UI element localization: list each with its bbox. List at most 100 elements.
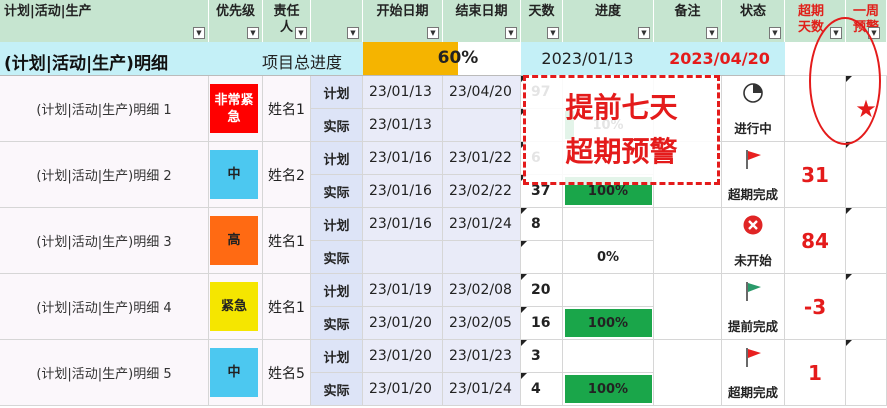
filter-dropdown-icon[interactable]: ▼ [247,27,259,39]
progress-cell[interactable]: 0% [563,241,654,274]
progress-cell[interactable]: 100% [563,373,654,406]
actual-end-cell[interactable] [443,241,521,274]
actual-label: 实际 [323,383,350,399]
actual-end-cell[interactable]: 23/02/22 [443,175,521,208]
task-name-cell[interactable]: (计划|活动|生产)明细 2 [0,142,209,208]
status-cell[interactable]: 超期完成 [722,142,785,208]
note-cell[interactable] [654,274,722,340]
task-name-cell[interactable]: (计划|活动|生产)明细 4 [0,274,209,340]
note-cell[interactable] [654,340,722,406]
actual-end-cell[interactable]: 23/01/24 [443,373,521,406]
plan-days-cell[interactable]: 20 [521,274,563,307]
col-header-owner[interactable]: 责任人 ▼ [263,0,311,42]
plan-start-cell[interactable]: 23/01/16 [363,142,443,175]
filter-dropdown-icon[interactable]: ▼ [769,27,781,39]
col-header-start[interactable]: 开始日期 ▼ [363,0,443,42]
actual-days-cell[interactable]: 16 [521,307,563,340]
owner-cell[interactable]: 姓名2 [263,142,311,208]
filter-dropdown-icon[interactable]: ▼ [193,27,205,39]
priority-cell[interactable]: 非常紧急 [209,76,263,142]
weekwarn-cell[interactable] [846,208,887,274]
plan-label-cell: 计划 [311,208,363,241]
col-header-note[interactable]: 备注 ▼ [654,0,722,42]
plan-start-cell[interactable]: 23/01/20 [363,340,443,373]
plan-label: 计划 [323,284,350,300]
plan-start-cell[interactable]: 23/01/13 [363,76,443,109]
note-cell[interactable] [654,208,722,274]
priority-badge: 紧急 [210,282,258,331]
overdue-days-cell[interactable]: 31 [785,142,846,208]
task-name-cell[interactable]: (计划|活动|生产)明细 1 [0,76,209,142]
col-header-type[interactable]: ▼ [311,0,363,42]
col-header-status[interactable]: 状态 ▼ [722,0,785,42]
summary-progress-cell: 60% [363,42,521,76]
col-header-overdue-line1: 超期 [798,4,825,19]
actual-start-cell[interactable]: 23/01/16 [363,175,443,208]
plan-end-cell[interactable]: 23/02/08 [443,274,521,307]
filter-dropdown-icon[interactable]: ▼ [505,27,517,39]
col-header-progress[interactable]: 进度 ▼ [563,0,654,42]
filter-dropdown-icon[interactable]: ▼ [638,27,650,39]
status-cell[interactable]: 进行中 [722,76,785,142]
summary-today-cell: 2023/01/13 [521,42,654,76]
owner-cell[interactable]: 姓名1 [263,274,311,340]
actual-start-cell[interactable]: 23/01/13 [363,109,443,142]
actual-start-cell-value: 23/01/20 [369,381,432,397]
progress-cell[interactable]: 100% [563,307,654,340]
owner-name: 姓名5 [268,365,305,382]
red-flag-icon [722,148,784,174]
red-x-circle-icon [722,214,784,240]
task-name-cell[interactable]: (计划|活动|生产)明细 5 [0,340,209,406]
plan-start-cell[interactable]: 23/01/16 [363,208,443,241]
col-header-end-label: 结束日期 [455,4,508,19]
actual-start-cell[interactable]: 23/01/20 [363,373,443,406]
status-cell[interactable]: 未开始 [722,208,785,274]
status-cell[interactable]: 提前完成 [722,274,785,340]
filter-dropdown-icon[interactable]: ▼ [347,27,359,39]
overdue-days: -3 [803,294,827,319]
overdue-days-cell[interactable]: 84 [785,208,846,274]
comment-marker [521,373,527,379]
col-header-name[interactable]: 计划|活动|生产 ▼ [0,0,209,42]
actual-end-cell[interactable]: 23/02/05 [443,307,521,340]
priority-cell[interactable]: 高 [209,208,263,274]
overdue-days-cell[interactable]: -3 [785,274,846,340]
actual-start-cell[interactable]: 23/01/20 [363,307,443,340]
weekwarn-cell[interactable] [846,142,887,208]
owner-cell[interactable]: 姓名1 [263,208,311,274]
plan-start-cell-value: 23/01/13 [369,84,432,100]
plan-end-cell[interactable]: 23/01/22 [443,142,521,175]
overdue-days-cell[interactable]: 1 [785,340,846,406]
filter-dropdown-icon[interactable]: ▼ [547,27,559,39]
plan-label-cell: 计划 [311,76,363,109]
col-header-end[interactable]: 结束日期 ▼ [443,0,521,42]
task-name-cell[interactable]: (计划|活动|生产)明细 3 [0,208,209,274]
actual-days-cell[interactable] [521,241,563,274]
filter-dropdown-icon[interactable]: ▼ [295,27,307,39]
plan-days-cell[interactable]: 3 [521,340,563,373]
col-header-days[interactable]: 天数 ▼ [521,0,563,42]
priority-cell[interactable]: 中 [209,142,263,208]
summary-today: 2023/01/13 [541,49,634,68]
actual-days-cell[interactable]: 4 [521,373,563,406]
plan-start-cell[interactable]: 23/01/19 [363,274,443,307]
status-cell[interactable]: 超期完成 [722,340,785,406]
weekwarn-cell[interactable] [846,340,887,406]
filter-dropdown-icon[interactable]: ▼ [706,27,718,39]
actual-label-cell: 实际 [311,109,363,142]
filter-dropdown-icon[interactable]: ▼ [427,27,439,39]
actual-start-cell[interactable] [363,241,443,274]
weekwarn-cell[interactable] [846,274,887,340]
plan-end-cell[interactable]: 23/01/23 [443,340,521,373]
plan-label: 计划 [323,350,350,366]
progress-plan-cell [563,274,654,307]
priority-cell[interactable]: 中 [209,340,263,406]
plan-end-cell[interactable]: 23/04/20 [443,76,521,109]
plan-days-cell[interactable]: 8 [521,208,563,241]
col-header-priority[interactable]: 优先级 ▼ [209,0,263,42]
owner-cell[interactable]: 姓名1 [263,76,311,142]
plan-end-cell[interactable]: 23/01/24 [443,208,521,241]
priority-cell[interactable]: 紧急 [209,274,263,340]
actual-end-cell[interactable] [443,109,521,142]
owner-cell[interactable]: 姓名5 [263,340,311,406]
